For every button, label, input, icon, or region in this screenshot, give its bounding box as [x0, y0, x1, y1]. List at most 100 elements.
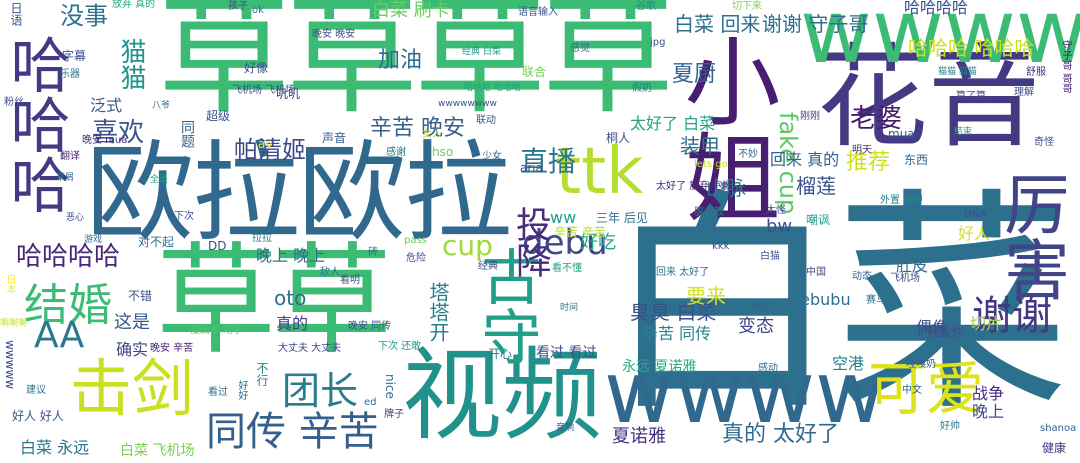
cloud-word: 哈哈哈哈: [904, 0, 969, 17]
cloud-word: 舒服: [1026, 67, 1046, 78]
cloud-word: 真的 太好了: [722, 422, 839, 447]
cloud-word: W: [1036, 387, 1046, 398]
cloud-word: 啊啊啊: [0, 319, 28, 329]
cloud-word: 加油: [378, 48, 423, 73]
cloud-word: 少女: [482, 151, 502, 162]
cloud-word: 音响: [556, 423, 575, 433]
cloud-word: 同题: [179, 120, 195, 148]
cloud-word: bw: [766, 216, 793, 237]
cloud-word: 联合: [522, 65, 547, 79]
cloud-word: 投降: [510, 206, 551, 278]
cloud-word: 辛苦 同传: [642, 324, 712, 343]
cloud-word: 看过 看过: [536, 345, 597, 361]
cloud-word: 谷歌: [636, 1, 656, 12]
cloud-word: 好好: [236, 380, 247, 400]
cloud-word: AA: [34, 315, 85, 356]
cloud-word: 切片: [970, 314, 1003, 333]
cloud-word: 白菜 永远: [20, 438, 90, 457]
cloud-word: 真的: [276, 314, 309, 333]
cloud-word: 战争: [972, 384, 1005, 403]
cloud-word: shanoa: [1040, 423, 1077, 434]
cloud-word: 拉拉: [252, 233, 272, 244]
cloud-word: 晚安 辛苦: [150, 343, 194, 354]
cloud-word: 晚上 晚上: [256, 246, 326, 265]
cloud-word: 哈哈哈: [0, 34, 70, 214]
cloud-word: 健康: [1042, 441, 1067, 455]
cloud-word: 放弃 真的: [112, 0, 156, 10]
cloud-word: 泛式: [90, 96, 123, 115]
cloud-word: 看明: [340, 275, 360, 286]
cloud-word: 谢谢 守子哥: [762, 12, 869, 36]
cloud-word: 赛马: [866, 295, 886, 306]
cloud-word: 好帅: [940, 421, 960, 432]
cloud-word: 榴莲: [796, 174, 836, 198]
cloud-word: 回来 太好了: [656, 267, 710, 278]
cloud-word: 漫画家 助手: [190, 325, 244, 336]
cloud-word: 晚上: [972, 402, 1005, 421]
cloud-word: av: [258, 137, 273, 151]
cloud-word: 白菜 回来: [674, 12, 761, 36]
cloud-word: 辛苦 辛苦: [554, 225, 606, 239]
cloud-word: 刚刚: [800, 111, 820, 122]
cloud-word: lets go: [694, 159, 728, 170]
cloud-word: 不错: [128, 289, 153, 303]
cloud-word: 变态: [738, 316, 774, 337]
cloud-word: 好像: [244, 61, 269, 75]
cloud-word: 夏诺雅: [612, 426, 666, 447]
cloud-word: wwwwwwww: [438, 99, 497, 109]
cloud-word: 下次: [174, 211, 194, 222]
cloud-word: wwwww: [3, 340, 17, 390]
cloud-word: debubu: [790, 290, 851, 309]
cloud-word: 白菜 飞机场: [120, 443, 195, 459]
cloud-word: 飞机场 飞机场: [232, 85, 296, 96]
cloud-word: 飞机场: [890, 273, 920, 284]
cloud-word: 看不懂: [552, 263, 582, 274]
cloud-word: 空港: [832, 354, 865, 373]
cloud-word: 白猫: [760, 251, 780, 262]
word-cloud: 白菜 草草草草 欧拉欧拉 花音 小姐 草草 wwwwww 视频 wwww 击剑 …: [0, 0, 1080, 463]
cloud-word: 草屑: [56, 173, 75, 183]
cloud-word: 建议: [26, 385, 46, 396]
cloud-word: cup: [442, 229, 493, 262]
cloud-word: 翻译: [60, 151, 80, 162]
cloud-word: 永远 夏诺雅: [622, 359, 697, 375]
cloud-word: ed: [364, 397, 377, 408]
cloud-word: 夏厨: [672, 62, 717, 87]
cloud-word: 动态: [852, 271, 872, 282]
cloud-word: 桐人: [606, 131, 631, 145]
cloud-word: 中国: [806, 267, 826, 278]
cloud-word: 日语: [9, 2, 23, 26]
cloud-word: 声音: [322, 131, 347, 145]
cloud-word: 明天: [852, 145, 872, 156]
cloud-word: oto: [274, 286, 307, 310]
cloud-word: 结束: [954, 127, 973, 137]
cloud-word: 恶心: [66, 213, 85, 223]
cloud-word: 超级: [206, 109, 231, 123]
cloud-word: 白菜 刷卡: [372, 0, 450, 21]
cloud-word: 太怪: [766, 205, 786, 216]
cloud-word: 晚安 晚安: [312, 29, 356, 40]
cloud-word: 塔塔开: [426, 282, 450, 342]
cloud-word: 外置 装甲: [880, 195, 924, 206]
cloud-word: 乐器: [60, 69, 80, 80]
cloud-word: 感动: [758, 363, 778, 374]
cloud-word: 看过: [208, 387, 228, 398]
cloud-word: 时间: [560, 303, 579, 313]
cloud-word: 八爷: [152, 101, 171, 111]
cloud-word: 守子哥 哥哥: [1060, 40, 1071, 94]
cloud-word: 日本: [4, 274, 15, 294]
cloud-word: 敌人: [320, 267, 340, 278]
cloud-word: 粉丝: [4, 97, 24, 108]
cloud-word: 危险: [406, 253, 426, 264]
cloud-word: 联动: [476, 115, 496, 126]
cloud-word: 哈哈哈 哈哈哈: [464, 83, 521, 93]
cloud-word: 开心: [488, 347, 513, 361]
cloud-word: 三年 后见: [596, 211, 648, 225]
cloud-word: 这是: [114, 312, 150, 333]
cloud-word: 奇怪: [1034, 137, 1054, 148]
cloud-word: 哇嘎奶: [906, 359, 936, 370]
cloud-word: 要来: [686, 284, 726, 308]
cloud-word: 晚安 mua: [82, 135, 128, 146]
cloud-word: 好人: [958, 224, 991, 243]
cloud-word: 大丈夫 大丈夫: [278, 343, 342, 354]
